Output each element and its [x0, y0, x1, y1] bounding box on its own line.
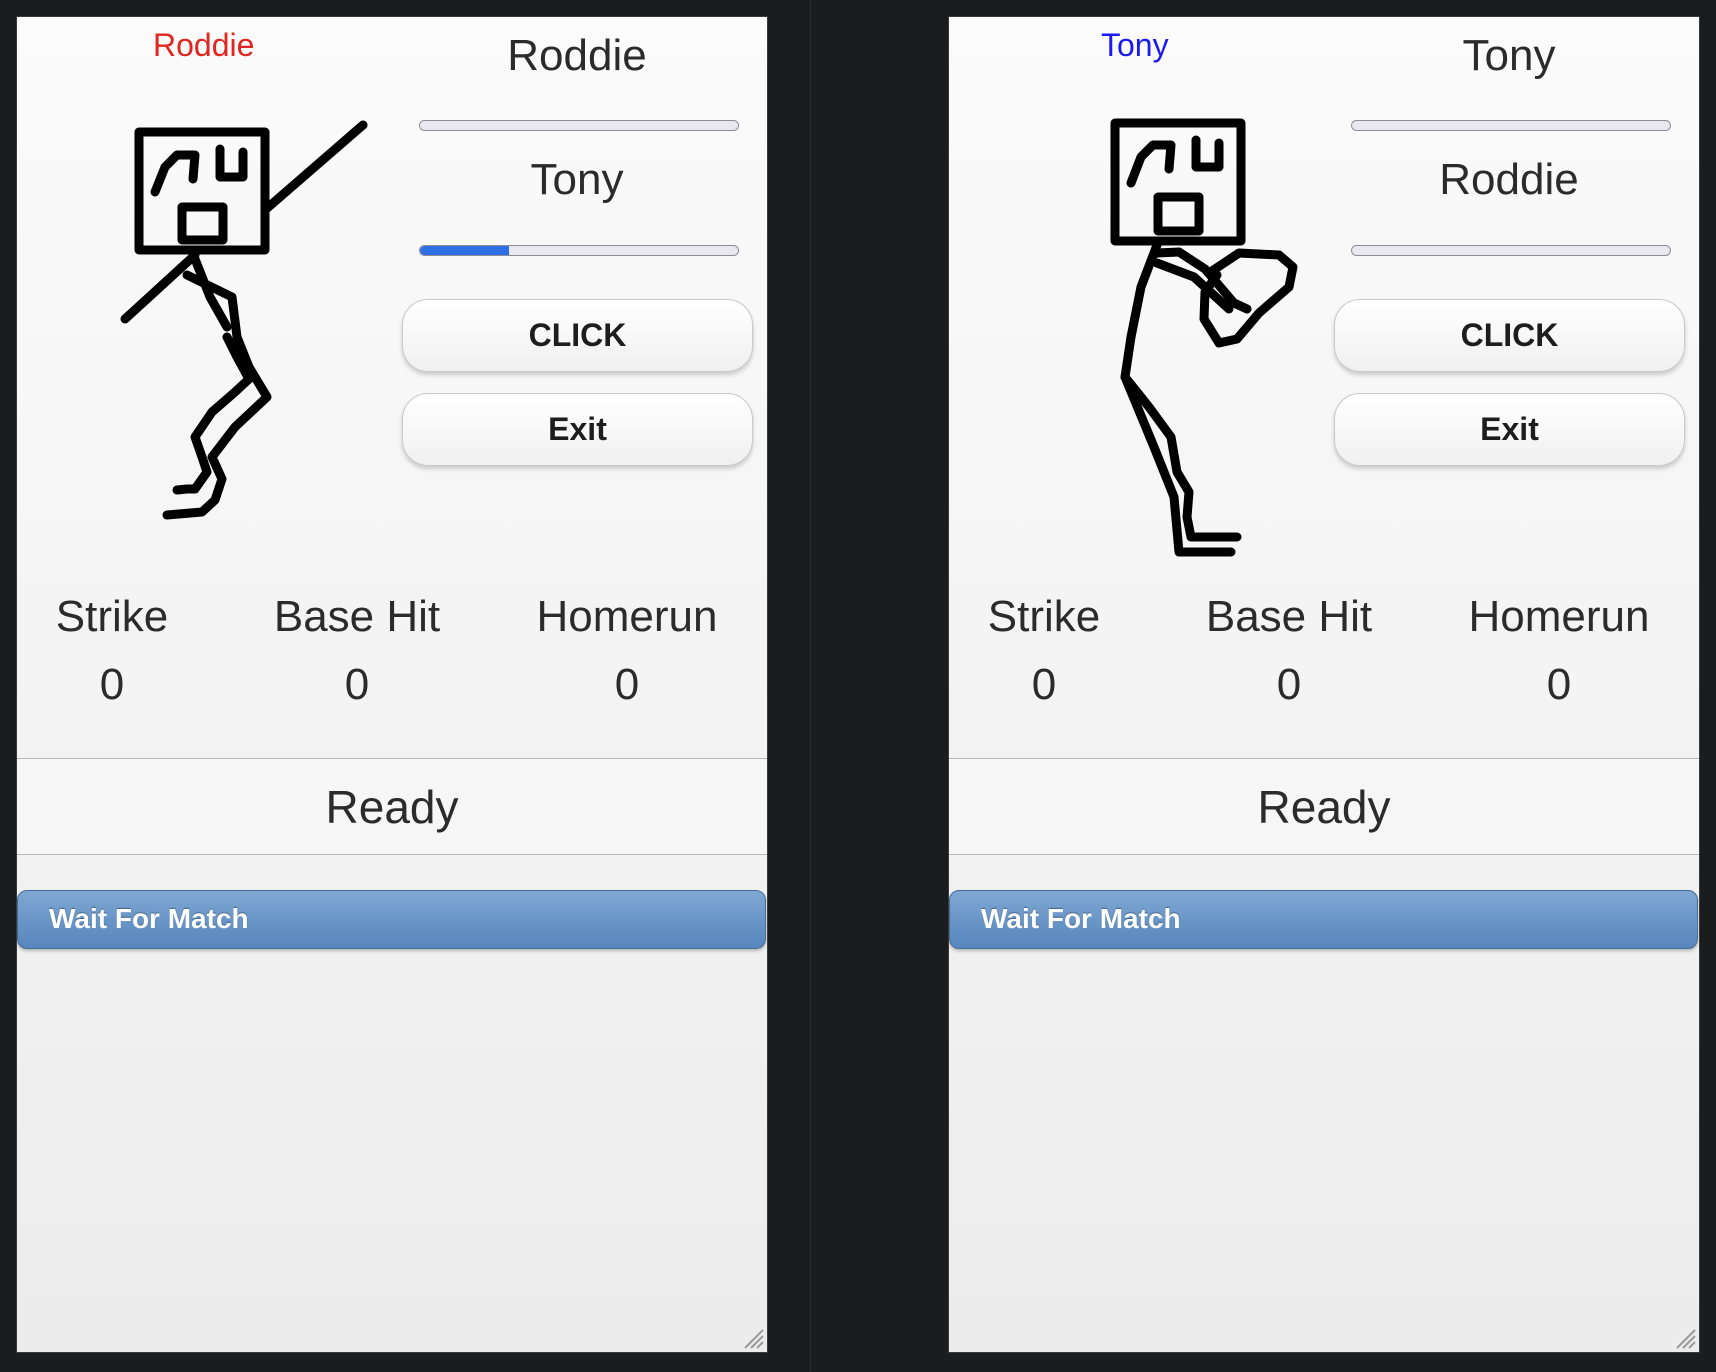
power-meter-top: [1351, 120, 1671, 131]
base-hit-count: 0: [344, 660, 370, 709]
wait-for-match-label: Wait For Match: [49, 903, 249, 934]
resize-grip-icon[interactable]: [739, 1324, 765, 1350]
base-hit-label: Base Hit: [1205, 592, 1373, 641]
strike-label: Strike: [987, 592, 1101, 641]
game-panel-left: Roddie Roddie Tony CLICK Exit Strike Bas…: [16, 16, 768, 1353]
base-hit-label: Base Hit: [273, 592, 441, 641]
power-meter-fill: [420, 246, 510, 255]
click-button[interactable]: CLICK: [1334, 299, 1685, 372]
status-display: Ready: [949, 758, 1699, 855]
strike-count: 0: [99, 660, 125, 709]
pitcher-stick-figure: [1110, 118, 1298, 557]
resize-grip-icon[interactable]: [1671, 1324, 1697, 1350]
exit-button[interactable]: Exit: [1334, 393, 1685, 466]
player-name-top: Roddie: [507, 31, 647, 80]
game-panel-right: Tony Tony Roddie CLICK Exit Strike Base …: [948, 16, 1700, 1353]
wait-for-match-button[interactable]: Wait For Match: [949, 890, 1698, 949]
homerun-label: Homerun: [536, 592, 718, 641]
player-name-bottom: Tony: [530, 155, 624, 204]
player-tag: Roddie: [153, 27, 255, 63]
homerun-count: 0: [614, 660, 640, 709]
strike-count: 0: [1031, 660, 1057, 709]
player-tag: Tony: [1101, 27, 1169, 63]
click-button[interactable]: CLICK: [402, 299, 753, 372]
strike-label: Strike: [55, 592, 169, 641]
window-divider: [810, 0, 811, 1372]
wait-for-match-label: Wait For Match: [981, 903, 1181, 934]
power-meter-bottom: [419, 245, 739, 256]
wait-for-match-button[interactable]: Wait For Match: [17, 890, 766, 949]
exit-button[interactable]: Exit: [402, 393, 753, 466]
status-display: Ready: [17, 758, 767, 855]
homerun-count: 0: [1546, 660, 1572, 709]
player-name-top: Tony: [1462, 31, 1556, 80]
power-meter-top: [419, 120, 739, 131]
homerun-label: Homerun: [1468, 592, 1650, 641]
player-name-bottom: Roddie: [1439, 155, 1579, 204]
batter-stick-figure: [120, 120, 368, 520]
power-meter-bottom: [1351, 245, 1671, 256]
base-hit-count: 0: [1276, 660, 1302, 709]
